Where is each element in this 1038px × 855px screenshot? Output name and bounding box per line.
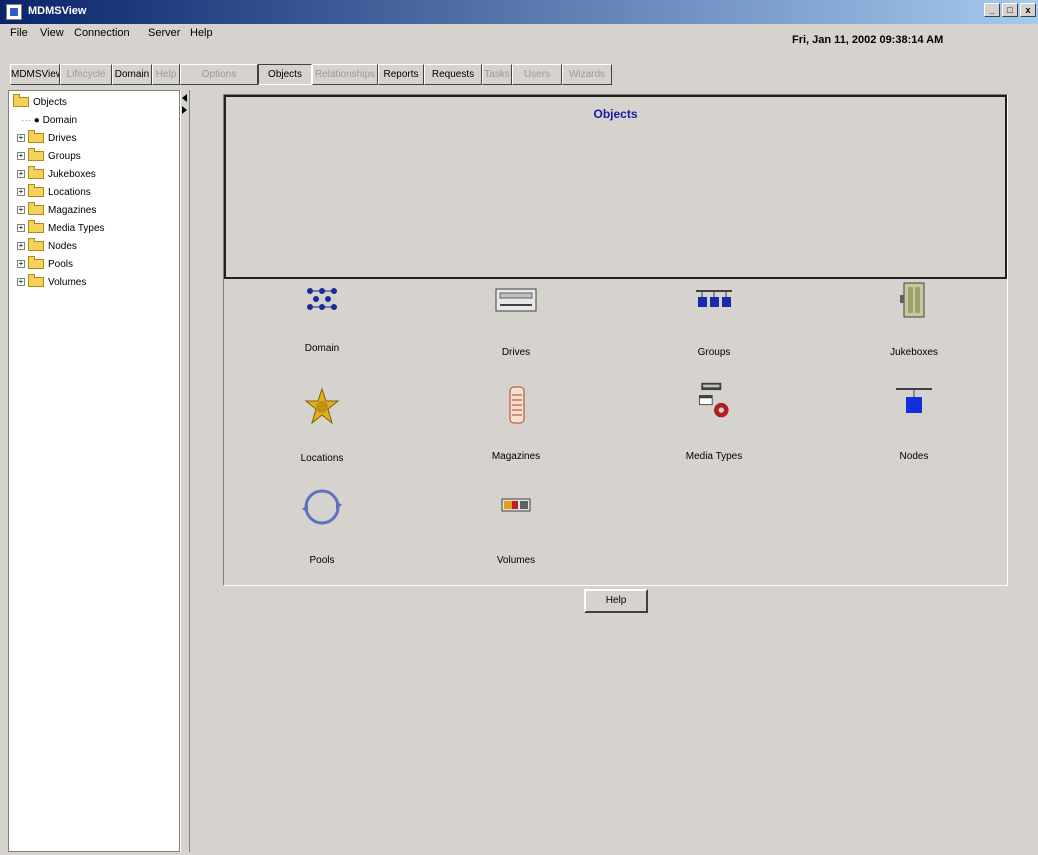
object-domain[interactable]: Domain xyxy=(262,281,382,361)
objects-header-box: Objects xyxy=(224,95,1007,279)
object-label: Pools xyxy=(309,555,335,566)
tab-relationships[interactable]: Relationships xyxy=(312,64,378,85)
object-volumes[interactable]: Volumes xyxy=(456,487,576,567)
domain-icon xyxy=(304,285,340,313)
tab-lifecycle[interactable]: Lifecycle xyxy=(60,64,112,85)
menu-view[interactable]: View xyxy=(40,27,64,39)
folder-icon xyxy=(28,130,44,144)
expand-icon[interactable]: + xyxy=(17,206,25,215)
menu-help[interactable]: Help xyxy=(190,27,213,39)
menu-server[interactable]: Server xyxy=(148,27,180,39)
tree-connector-icon: ··· xyxy=(21,115,31,126)
panel-title: Objects xyxy=(593,107,638,121)
minimize-button[interactable]: _ xyxy=(984,3,1000,17)
clock-readout: Fri, Jan 11, 2002 09:38:14 AM xyxy=(792,34,944,46)
expand-icon[interactable]: + xyxy=(17,152,25,161)
folder-icon xyxy=(28,256,44,270)
tab-users[interactable]: Users xyxy=(512,64,562,85)
expand-icon[interactable]: + xyxy=(17,242,25,251)
object-tree[interactable]: Objects ··· ● Domain + Drives + Groups + Ju… xyxy=(8,90,180,852)
bullet-icon: ● xyxy=(33,115,40,126)
object-label: Locations xyxy=(300,453,344,464)
folder-open-icon xyxy=(13,94,29,108)
object-jukeboxes[interactable]: Jukeboxes xyxy=(854,281,974,361)
tree-item-groups[interactable]: + Groups xyxy=(17,148,81,165)
menu-file[interactable]: File xyxy=(10,27,28,39)
tab-mdmsview[interactable]: MDMSView xyxy=(10,64,60,85)
tree-item-magazines[interactable]: + Magazines xyxy=(17,202,96,219)
object-label: Drives xyxy=(501,347,531,358)
object-magazines[interactable]: Magazines xyxy=(456,385,576,465)
object-label: Nodes xyxy=(899,451,929,462)
tab-objects[interactable]: Objects xyxy=(258,64,312,85)
menu-connection[interactable]: Connection xyxy=(74,27,130,39)
expand-icon[interactable]: + xyxy=(17,134,25,143)
close-button[interactable]: x xyxy=(1020,3,1036,17)
expand-icon[interactable]: + xyxy=(17,188,25,197)
folder-icon xyxy=(28,220,44,234)
title-bar: MDMSView _ □ x xyxy=(0,0,1038,24)
expand-icon[interactable]: + xyxy=(17,224,25,233)
object-pools[interactable]: Pools xyxy=(262,487,382,567)
folder-icon xyxy=(28,148,44,162)
help-button[interactable]: Help xyxy=(584,589,648,613)
volumes-icon xyxy=(501,498,531,512)
pools-icon xyxy=(302,489,342,525)
magazines-icon xyxy=(509,386,525,424)
folder-icon xyxy=(28,238,44,252)
tree-root[interactable]: Objects xyxy=(13,94,67,111)
tree-item-jukeboxes[interactable]: + Jukeboxes xyxy=(17,166,96,183)
media-types-icon xyxy=(698,382,729,418)
drives-icon xyxy=(495,288,537,312)
object-label: Domain xyxy=(304,343,340,354)
tree-item-nodes[interactable]: + Nodes xyxy=(17,238,77,255)
tree-item-locations[interactable]: + Locations xyxy=(17,184,91,201)
nodes-icon xyxy=(896,388,932,413)
maximize-button[interactable]: □ xyxy=(1002,3,1018,17)
object-media-types[interactable]: Media Types xyxy=(654,381,774,462)
tab-tasks[interactable]: Tasks xyxy=(482,64,512,85)
folder-icon xyxy=(28,202,44,216)
splitter[interactable] xyxy=(180,90,190,852)
tab-domain[interactable]: Domain xyxy=(112,64,152,85)
objects-panel: Objects Domain Drives Groups Jukeboxes L… xyxy=(223,94,1008,586)
object-label: Jukeboxes xyxy=(890,347,938,358)
object-label: Magazines xyxy=(491,451,541,462)
tab-help[interactable]: Help xyxy=(152,64,180,85)
tab-wizards[interactable]: Wizards xyxy=(562,64,612,85)
tab-options[interactable]: Options xyxy=(180,64,258,85)
tab-reports[interactable]: Reports xyxy=(378,64,424,85)
folder-icon xyxy=(28,166,44,180)
jukeboxes-icon xyxy=(900,282,925,318)
tab-requests[interactable]: Requests xyxy=(424,64,482,85)
folder-icon xyxy=(28,274,44,288)
object-nodes[interactable]: Nodes xyxy=(854,385,974,465)
object-label: Media Types xyxy=(685,451,743,462)
groups-icon xyxy=(696,290,732,307)
tree-item-volumes[interactable]: + Volumes xyxy=(17,274,86,291)
expand-icon[interactable]: + xyxy=(17,170,25,179)
window-title: MDMSView xyxy=(28,5,87,17)
folder-icon xyxy=(28,184,44,198)
object-locations[interactable]: Locations xyxy=(262,387,382,467)
tree-item-drives[interactable]: + Drives xyxy=(17,130,76,147)
app-icon xyxy=(6,4,22,20)
object-drives[interactable]: Drives xyxy=(456,281,576,361)
tree-item-media-types[interactable]: + Media Types xyxy=(17,220,105,237)
locations-icon xyxy=(304,387,340,425)
collapse-left-icon[interactable] xyxy=(182,94,187,102)
object-groups[interactable]: Groups xyxy=(654,281,774,361)
expand-right-icon[interactable] xyxy=(182,106,187,114)
object-label: Groups xyxy=(697,347,731,358)
expand-icon[interactable]: + xyxy=(17,278,25,287)
tree-item-domain[interactable]: ··· ● Domain xyxy=(21,113,77,129)
object-label: Volumes xyxy=(496,555,536,566)
expand-icon[interactable]: + xyxy=(17,260,25,269)
tree-item-pools[interactable]: + Pools xyxy=(17,256,73,273)
